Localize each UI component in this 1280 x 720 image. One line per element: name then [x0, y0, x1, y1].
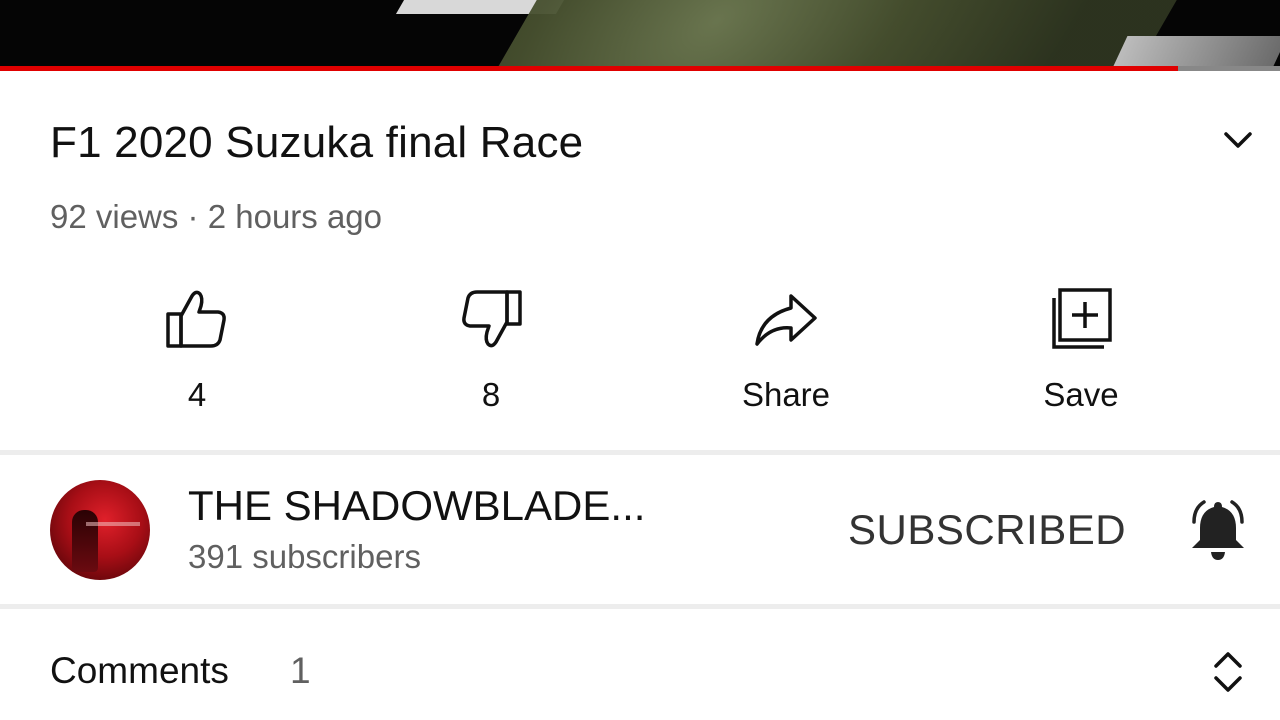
notification-bell-button[interactable] — [1186, 496, 1250, 566]
notification-bell-icon — [1192, 500, 1244, 560]
video-player[interactable] — [0, 0, 1280, 68]
expand-description-button[interactable] — [1216, 120, 1260, 160]
divider-top — [0, 450, 1280, 455]
share-button[interactable]: Share — [696, 280, 876, 413]
video-progress-fill — [0, 66, 1178, 71]
like-button[interactable]: 4 — [107, 280, 287, 413]
divider-bottom — [0, 604, 1280, 609]
share-label: Share — [741, 376, 831, 413]
avatar-figure — [72, 510, 98, 572]
add-to-playlist-icon — [1052, 288, 1112, 349]
share-arrow-icon — [755, 294, 817, 346]
video-frame-grass — [497, 0, 1183, 68]
dislike-count: 8 — [481, 376, 501, 413]
channel-name[interactable]: THE SHADOWBLADE... — [188, 482, 645, 530]
subscriber-count: 391 subscribers — [188, 538, 421, 575]
channel-row: THE SHADOWBLADE... 391 subscribers SUBSC… — [0, 460, 1280, 604]
comments-section[interactable]: Comments 1 — [0, 612, 1280, 720]
video-progress-bar[interactable] — [0, 66, 1280, 71]
save-label: Save — [1043, 376, 1119, 413]
channel-avatar[interactable] — [50, 480, 150, 580]
action-row: 4 8 Share Save — [0, 280, 1280, 420]
video-title: F1 2020 Suzuka final Race — [50, 118, 584, 167]
chevron-down-icon — [1224, 132, 1252, 148]
thumbs-up-icon — [166, 290, 226, 348]
expand-collapse-icon[interactable] — [1208, 648, 1248, 696]
thumbs-down-icon — [462, 290, 522, 348]
video-frame-car — [1112, 36, 1280, 68]
subscribed-button[interactable]: SUBSCRIBED — [848, 506, 1126, 554]
comments-count: 1 — [290, 650, 311, 691]
video-meta: 92 views · 2 hours ago — [50, 198, 383, 235]
comments-label: Comments — [50, 650, 229, 691]
like-count: 4 — [187, 376, 207, 413]
save-button[interactable]: Save — [991, 280, 1171, 413]
avatar-text-mark — [86, 522, 140, 526]
dislike-button[interactable]: 8 — [401, 280, 581, 413]
